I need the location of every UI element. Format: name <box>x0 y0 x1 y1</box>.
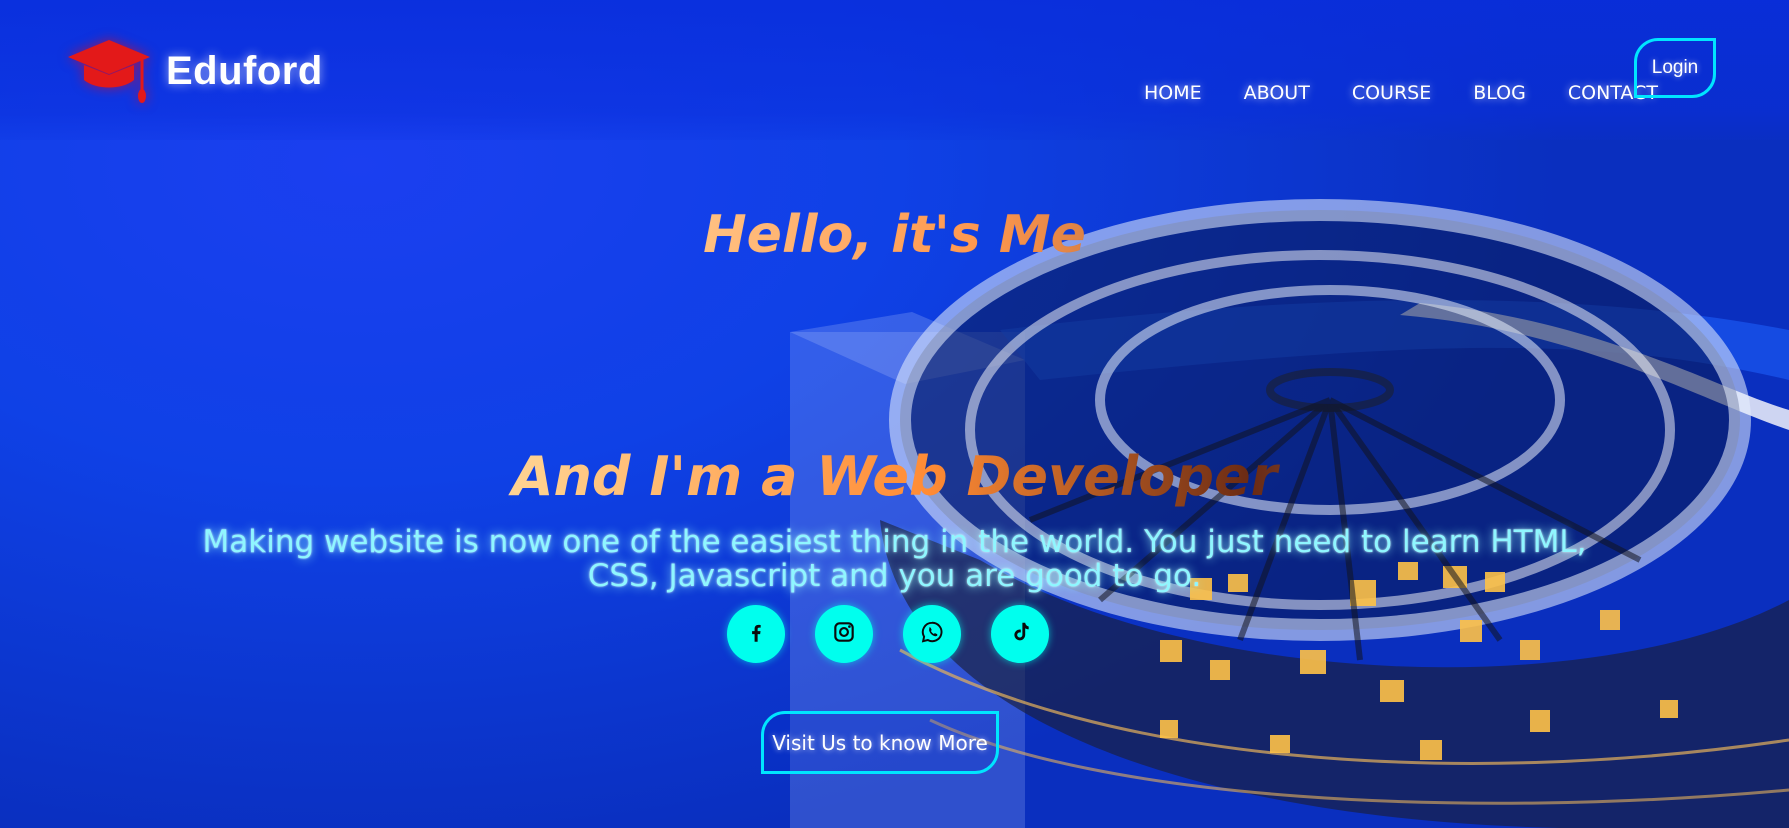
brand-name: Eduford <box>166 48 323 93</box>
instagram-button[interactable] <box>815 605 873 663</box>
navbar: Eduford HOME ABOUT COURSE BLOG CONTACT L… <box>0 0 1789 140</box>
nav-home[interactable]: HOME <box>1144 82 1202 104</box>
graduation-cap-icon <box>66 36 152 106</box>
hero-subtitle: And I'm a Web Developer <box>0 445 1789 508</box>
nav-course[interactable]: COURSE <box>1352 82 1431 104</box>
hero-title: Hello, it's Me <box>0 205 1789 265</box>
visit-us-button[interactable]: Visit Us to know More <box>761 711 999 774</box>
social-links <box>727 605 1049 663</box>
facebook-icon <box>743 619 769 649</box>
whatsapp-button[interactable] <box>903 605 961 663</box>
instagram-icon <box>831 619 857 649</box>
tiktok-button[interactable] <box>991 605 1049 663</box>
brand[interactable]: Eduford <box>66 36 323 106</box>
facebook-button[interactable] <box>727 605 785 663</box>
nav-blog[interactable]: BLOG <box>1473 82 1526 104</box>
whatsapp-icon <box>919 619 945 649</box>
tiktok-icon <box>1007 619 1033 649</box>
nav-about[interactable]: ABOUT <box>1244 82 1310 104</box>
login-button[interactable]: Login <box>1634 38 1716 98</box>
hero-description: Making website is now one of the easiest… <box>202 524 1587 594</box>
primary-nav: HOME ABOUT COURSE BLOG CONTACT <box>1144 82 1658 104</box>
